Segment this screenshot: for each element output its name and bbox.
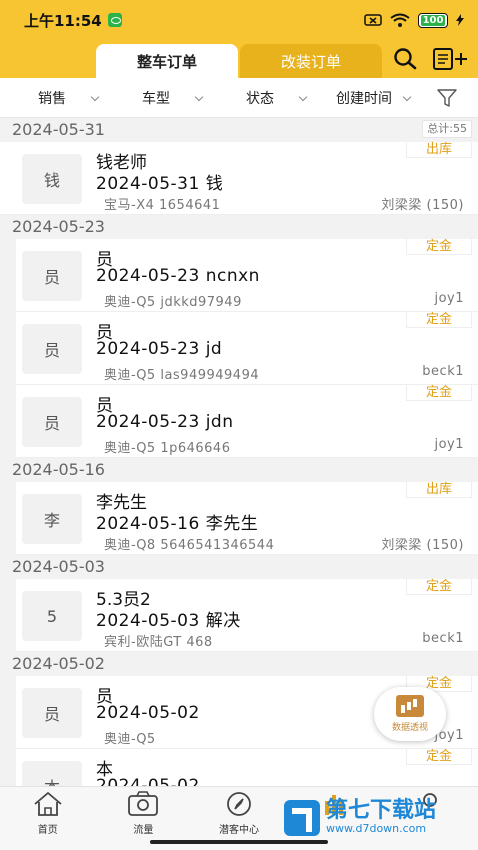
nav-home-label: 首页 [37, 825, 58, 836]
sales-owner: joy1 [434, 291, 464, 306]
site-logo-url: www.d7down.com [326, 822, 427, 835]
status-bar: 上午11:54 100 [0, 0, 478, 40]
sales-owner: 刘梁梁 (150) [381, 538, 464, 553]
date-group-header: 2024-05-23 [0, 215, 478, 239]
date-group-header: 2024-05-31 总计:55 [0, 118, 478, 142]
order-card[interactable]: 员 员 2024-05-23 jdn 奥迪-Q5 1p646646 joy1 定… [16, 385, 478, 458]
vehicle-info: 奥迪-Q5 1p646646 [104, 441, 231, 456]
order-date-remark: 2024-05-23 ncnxn [96, 266, 260, 286]
site-logo-icon [284, 800, 320, 836]
funnel-icon [437, 88, 457, 107]
filter-sales-label: 销售 [38, 90, 66, 107]
filter-model-label: 车型 [142, 90, 170, 107]
group-date: 2024-05-31 [12, 120, 105, 139]
group-date: 2024-05-23 [12, 217, 105, 236]
avatar: 员 [22, 324, 82, 374]
wechat-notification-icon [107, 13, 122, 27]
sales-owner: joy1 [434, 437, 464, 452]
avatar: 5 [22, 591, 82, 641]
group-date: 2024-05-03 [12, 557, 105, 576]
tab-modification-orders[interactable]: 改装订单 [240, 44, 382, 78]
status-badge: 出库 [406, 482, 472, 498]
order-date-remark: 2024-05-31 钱 [96, 174, 224, 194]
vehicle-info: 奥迪-Q5 las949949494 [104, 368, 260, 383]
tab-vehicle-orders[interactable]: 整车订单 [96, 44, 238, 78]
no-sim-icon [364, 14, 382, 26]
order-card[interactable]: 本 本 2024-05-02 定金 [16, 749, 478, 786]
filter-status[interactable]: 状态 [208, 88, 312, 108]
filter-created-time[interactable]: 创建时间 [312, 88, 416, 108]
vehicle-info: 宝马-X4 1654641 [104, 198, 221, 213]
status-badge: 定金 [406, 239, 472, 255]
filter-model[interactable]: 车型 [104, 88, 208, 108]
chart-box-icon [396, 695, 424, 717]
home-indicator [150, 840, 328, 844]
site-logo-title: 第七下载站 [326, 798, 437, 823]
order-date-remark: 2024-05-02 [96, 703, 200, 723]
order-date-remark: 2024-05-03 解决 [96, 611, 241, 631]
order-card[interactable]: 钱 钱老师 2024-05-31 钱 宝马-X4 1654641 刘梁梁 (15… [0, 142, 478, 215]
battery-level: 100 [420, 14, 446, 26]
chevron-down-icon [194, 92, 204, 101]
battery-icon: 100 [418, 12, 448, 28]
date-group-header: 2024-05-03 [0, 555, 478, 579]
status-badge: 定金 [406, 385, 472, 401]
add-order-icon[interactable] [432, 46, 470, 72]
search-icon[interactable] [392, 46, 418, 72]
vehicle-info: 奥迪-Q5 jdkkd97949 [104, 295, 242, 310]
status-badge: 定金 [406, 312, 472, 328]
filter-status-label: 状态 [246, 90, 274, 107]
sales-owner: beck1 [422, 631, 464, 646]
order-card[interactable]: 5 5.3员2 2024-05-03 解决 宾利-欧陆GT 468 beck1 … [16, 579, 478, 652]
vehicle-info: 奥迪-Q5 [104, 732, 156, 747]
data-pivot-label: 数据透视 [391, 723, 428, 733]
wifi-icon [390, 13, 410, 27]
avatar: 员 [22, 251, 82, 301]
site-watermark-logo: 第七下载站 www.d7down.com [284, 800, 436, 836]
sales-owner: beck1 [422, 364, 464, 379]
compass-icon [227, 792, 251, 816]
order-date-remark: 2024-05-23 jdn [96, 412, 234, 432]
total-count: 总计:55 [422, 120, 472, 138]
order-date-remark: 2024-05-02 [96, 776, 200, 786]
nav-home[interactable]: 首页 [0, 787, 96, 850]
group-date: 2024-05-16 [12, 460, 105, 479]
order-type-tabs: 整车订单 改装订单 [96, 44, 382, 78]
filter-created-time-label: 创建时间 [336, 90, 392, 107]
chevron-down-icon [402, 92, 412, 101]
nav-traffic-label: 流量 [133, 825, 154, 836]
order-card[interactable]: 员 员 2024-05-23 ncnxn 奥迪-Q5 jdkkd97949 jo… [16, 239, 478, 312]
filter-sales[interactable]: 销售 [0, 88, 104, 108]
chevron-down-icon [298, 92, 308, 101]
filter-button[interactable] [416, 88, 478, 107]
filter-bar: 销售 车型 状态 创建时间 [0, 78, 478, 118]
nav-prospect-center-label: 潜客中心 [218, 825, 259, 836]
order-date-remark: 2024-05-23 jd [96, 339, 223, 359]
date-group-header: 2024-05-02 [0, 652, 478, 676]
charging-icon [456, 14, 464, 26]
chevron-down-icon [90, 92, 100, 101]
avatar: 李 [22, 494, 82, 544]
avatar: 本 [22, 761, 82, 786]
status-badge: 出库 [406, 142, 472, 158]
sales-owner: 刘梁梁 (150) [381, 198, 464, 213]
vehicle-info: 宾利-欧陆GT 468 [104, 635, 213, 650]
avatar: 员 [22, 397, 82, 447]
data-pivot-button[interactable]: 数据透视 [374, 687, 446, 741]
avatar: 员 [22, 688, 82, 738]
status-badge: 定金 [406, 579, 472, 595]
vehicle-info: 奥迪-Q8 5646541346544 [104, 538, 275, 553]
group-date: 2024-05-02 [12, 654, 105, 673]
order-card[interactable]: 李 李先生 2024-05-16 李先生 奥迪-Q8 5646541346544… [16, 482, 478, 555]
order-list: 2024-05-31 总计:55 钱 钱老师 2024-05-31 钱 宝马-X4… [0, 118, 478, 786]
avatar: 钱 [22, 154, 82, 204]
home-icon [34, 791, 62, 816]
status-time: 上午11:54 [24, 11, 102, 30]
date-group-header: 2024-05-16 [0, 458, 478, 482]
top-header: 上午11:54 100 整车订单 改装订单 [0, 0, 478, 78]
camera-icon [128, 791, 159, 816]
order-card[interactable]: 员 员 2024-05-23 jd 奥迪-Q5 las949949494 bec… [16, 312, 478, 385]
status-badge: 定金 [406, 749, 472, 765]
order-date-remark: 2024-05-16 李先生 [96, 514, 259, 534]
